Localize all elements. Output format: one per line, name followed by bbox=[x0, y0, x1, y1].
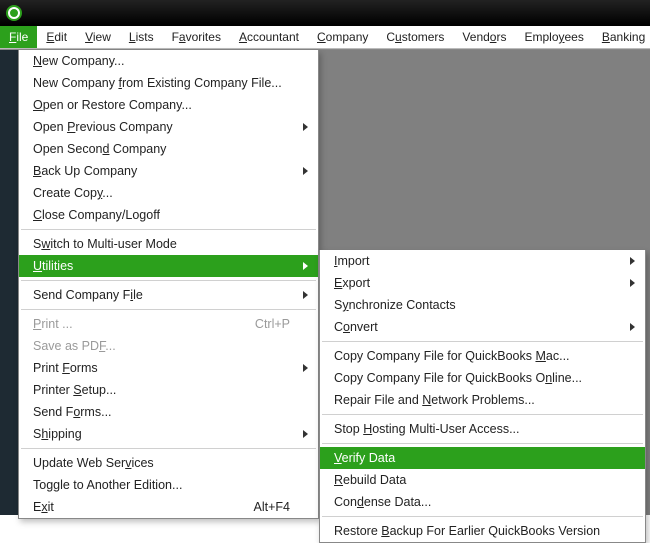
file-item-print-forms[interactable]: Print Forms bbox=[19, 357, 318, 379]
menu-favorites[interactable]: Favorites bbox=[163, 26, 230, 48]
file-separator bbox=[21, 280, 316, 281]
util-item-import[interactable]: Import bbox=[320, 250, 645, 272]
menu-banking[interactable]: Banking bbox=[593, 26, 650, 48]
util-item-stop-hosting-multi-user-access[interactable]: Stop Hosting Multi-User Access... bbox=[320, 418, 645, 440]
app-logo-icon bbox=[6, 5, 22, 21]
file-item-new-company-from-existing-company-file[interactable]: New Company from Existing Company File..… bbox=[19, 72, 318, 94]
submenu-arrow-icon bbox=[630, 279, 635, 287]
main-menubar: FileEditViewListsFavoritesAccountantComp… bbox=[0, 25, 650, 49]
utilities-submenu: ImportExportSynchronize ContactsConvert C… bbox=[319, 250, 646, 543]
window-titlebar bbox=[0, 0, 650, 25]
menu-customers[interactable]: Customers bbox=[377, 26, 453, 48]
submenu-arrow-icon bbox=[303, 430, 308, 438]
util-item-convert[interactable]: Convert bbox=[320, 316, 645, 338]
file-item-send-company-file[interactable]: Send Company File bbox=[19, 284, 318, 306]
util-item-copy-company-file-for-quickbooks-online[interactable]: Copy Company File for QuickBooks Online.… bbox=[320, 367, 645, 389]
submenu-arrow-icon bbox=[630, 257, 635, 265]
menu-file[interactable]: File bbox=[0, 26, 37, 48]
file-item-open-or-restore-company[interactable]: Open or Restore Company... bbox=[19, 94, 318, 116]
file-item-toggle-to-another-edition[interactable]: Toggle to Another Edition... bbox=[19, 474, 318, 496]
file-item-new-company[interactable]: New Company... bbox=[19, 50, 318, 72]
menu-employees[interactable]: Employees bbox=[515, 26, 592, 48]
util-item-copy-company-file-for-quickbooks-mac[interactable]: Copy Company File for QuickBooks Mac... bbox=[320, 345, 645, 367]
util-item-export[interactable]: Export bbox=[320, 272, 645, 294]
left-sidebar bbox=[0, 50, 18, 515]
submenu-arrow-icon bbox=[303, 364, 308, 372]
menu-lists[interactable]: Lists bbox=[120, 26, 163, 48]
file-item-utilities[interactable]: Utilities bbox=[19, 255, 318, 277]
util-separator bbox=[322, 443, 643, 444]
submenu-arrow-icon bbox=[630, 323, 635, 331]
file-item-shipping[interactable]: Shipping bbox=[19, 423, 318, 445]
file-separator bbox=[21, 229, 316, 230]
util-item-rebuild-data[interactable]: Rebuild Data bbox=[320, 469, 645, 491]
util-item-synchronize-contacts[interactable]: Synchronize Contacts bbox=[320, 294, 645, 316]
submenu-arrow-icon bbox=[303, 262, 308, 270]
file-item-back-up-company[interactable]: Back Up Company bbox=[19, 160, 318, 182]
submenu-arrow-icon bbox=[303, 291, 308, 299]
file-item-close-company-logoff[interactable]: Close Company/Logoff bbox=[19, 204, 318, 226]
menu-edit[interactable]: Edit bbox=[37, 26, 76, 48]
file-item-open-second-company[interactable]: Open Second Company bbox=[19, 138, 318, 160]
file-item-send-forms[interactable]: Send Forms... bbox=[19, 401, 318, 423]
util-item-restore-backup-for-earlier-quickbooks-version[interactable]: Restore Backup For Earlier QuickBooks Ve… bbox=[320, 520, 645, 542]
util-item-verify-data[interactable]: Verify Data bbox=[320, 447, 645, 469]
menu-vendors[interactable]: Vendors bbox=[453, 26, 515, 48]
submenu-arrow-icon bbox=[303, 167, 308, 175]
util-item-repair-file-and-network-problems[interactable]: Repair File and Network Problems... bbox=[320, 389, 645, 411]
menu-view[interactable]: View bbox=[76, 26, 120, 48]
util-item-condense-data[interactable]: Condense Data... bbox=[320, 491, 645, 513]
file-item-save-as-pdf: Save as PDF... bbox=[19, 335, 318, 357]
file-item-create-copy[interactable]: Create Copy... bbox=[19, 182, 318, 204]
file-separator bbox=[21, 309, 316, 310]
file-item-printer-setup[interactable]: Printer Setup... bbox=[19, 379, 318, 401]
util-separator bbox=[322, 516, 643, 517]
file-dropdown-menu: New Company...New Company from Existing … bbox=[18, 50, 319, 519]
file-item-open-previous-company[interactable]: Open Previous Company bbox=[19, 116, 318, 138]
file-separator bbox=[21, 448, 316, 449]
shortcut-label: Alt+F4 bbox=[254, 500, 290, 514]
file-item-switch-to-multi-user-mode[interactable]: Switch to Multi-user Mode bbox=[19, 233, 318, 255]
submenu-arrow-icon bbox=[303, 123, 308, 131]
menu-accountant[interactable]: Accountant bbox=[230, 26, 308, 48]
util-separator bbox=[322, 414, 643, 415]
file-item-update-web-services[interactable]: Update Web Services bbox=[19, 452, 318, 474]
file-item-print: Print ...Ctrl+P bbox=[19, 313, 318, 335]
menu-company[interactable]: Company bbox=[308, 26, 377, 48]
shortcut-label: Ctrl+P bbox=[255, 317, 290, 331]
workspace: New Company...New Company from Existing … bbox=[0, 49, 650, 515]
util-separator bbox=[322, 341, 643, 342]
